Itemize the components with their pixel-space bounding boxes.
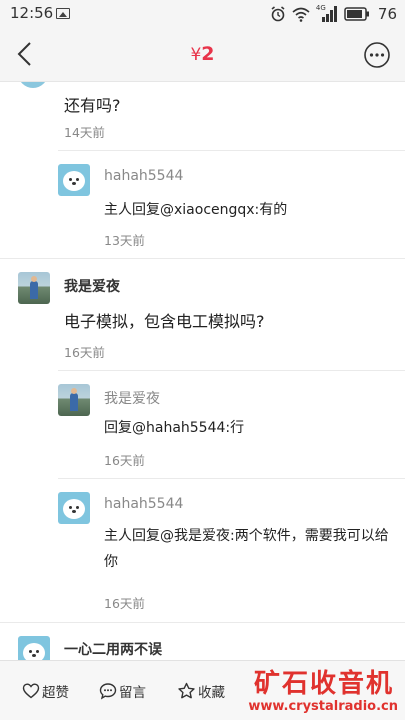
chat-bubble-icon (99, 683, 117, 700)
heart-icon (22, 683, 40, 699)
divider (0, 622, 405, 623)
image-notification-icon (56, 8, 70, 19)
signal-4g: 4G (316, 4, 338, 22)
currency-symbol: ¥ (190, 45, 202, 65)
reply-time: 13天前 (104, 233, 145, 248)
reply-text: 主人回复@我是爱夜:两个软件，需要我可以给你 (104, 528, 389, 570)
status-bar: 12:56 4G 76 (0, 0, 405, 28)
comment-author[interactable]: 一心二用两不误 (64, 639, 162, 659)
comment-button[interactable]: 留言 (99, 681, 146, 701)
divider (58, 150, 405, 151)
avatar[interactable] (18, 636, 50, 660)
divider (58, 478, 405, 479)
reward-amount: ¥2 (0, 43, 405, 65)
divider (0, 258, 405, 259)
reply-time: 16天前 (104, 596, 145, 611)
favorite-button[interactable]: 收藏 (177, 681, 225, 701)
signal-bars-icon (321, 6, 337, 22)
more-options-icon[interactable] (363, 41, 391, 69)
reply-text: 回复@hahah5544:行 (104, 420, 245, 436)
avatar[interactable] (58, 384, 90, 416)
comment-text: 还有吗? (64, 96, 121, 115)
avatar[interactable] (58, 164, 90, 196)
battery-percent: 76 (377, 5, 397, 23)
avatar[interactable] (58, 492, 90, 524)
status-time: 12:56 (10, 4, 54, 22)
comment-label: 留言 (119, 685, 146, 701)
comment-text: 电子模拟，包含电工模拟吗? (64, 312, 265, 331)
star-icon (178, 682, 195, 699)
site-watermark: 矿石收音机 www.crystalradio.cn (230, 663, 400, 719)
favorite-label: 收藏 (198, 685, 225, 701)
watermark-chinese: 矿石收音机 (253, 669, 394, 699)
amount-value: 2 (201, 43, 215, 65)
like-label: 超赞 (42, 685, 69, 701)
battery-icon (344, 7, 369, 21)
header-bar: ¥2 (0, 28, 405, 82)
reply-author[interactable]: hahah5544 (104, 496, 183, 512)
reply-time: 16天前 (104, 453, 145, 468)
avatar[interactable] (18, 82, 48, 88)
divider (58, 370, 405, 371)
comment-feed[interactable]: 还有吗? 14天前 hahah5544 主人回复@xiaocengqx:有的 1… (0, 82, 405, 660)
watermark-url: www.crystalradio.cn (248, 699, 398, 714)
avatar[interactable] (18, 272, 50, 304)
reply-author[interactable]: hahah5544 (104, 168, 183, 184)
bottom-action-bar: 超赞 留言 收藏 矿石收音机 www.crystalradio.cn (0, 660, 405, 720)
reply-text: 主人回复@xiaocengqx:有的 (104, 202, 288, 218)
reply-author[interactable]: 我是爱夜 (104, 388, 160, 408)
status-icons: 4G 76 (270, 4, 397, 24)
wifi-icon (292, 7, 310, 22)
comment-author[interactable]: 我是爱夜 (64, 276, 120, 296)
alarm-icon (271, 6, 285, 22)
like-button[interactable]: 超赞 (22, 681, 69, 701)
comment-time: 16天前 (64, 345, 105, 360)
comment-time: 14天前 (64, 125, 105, 140)
